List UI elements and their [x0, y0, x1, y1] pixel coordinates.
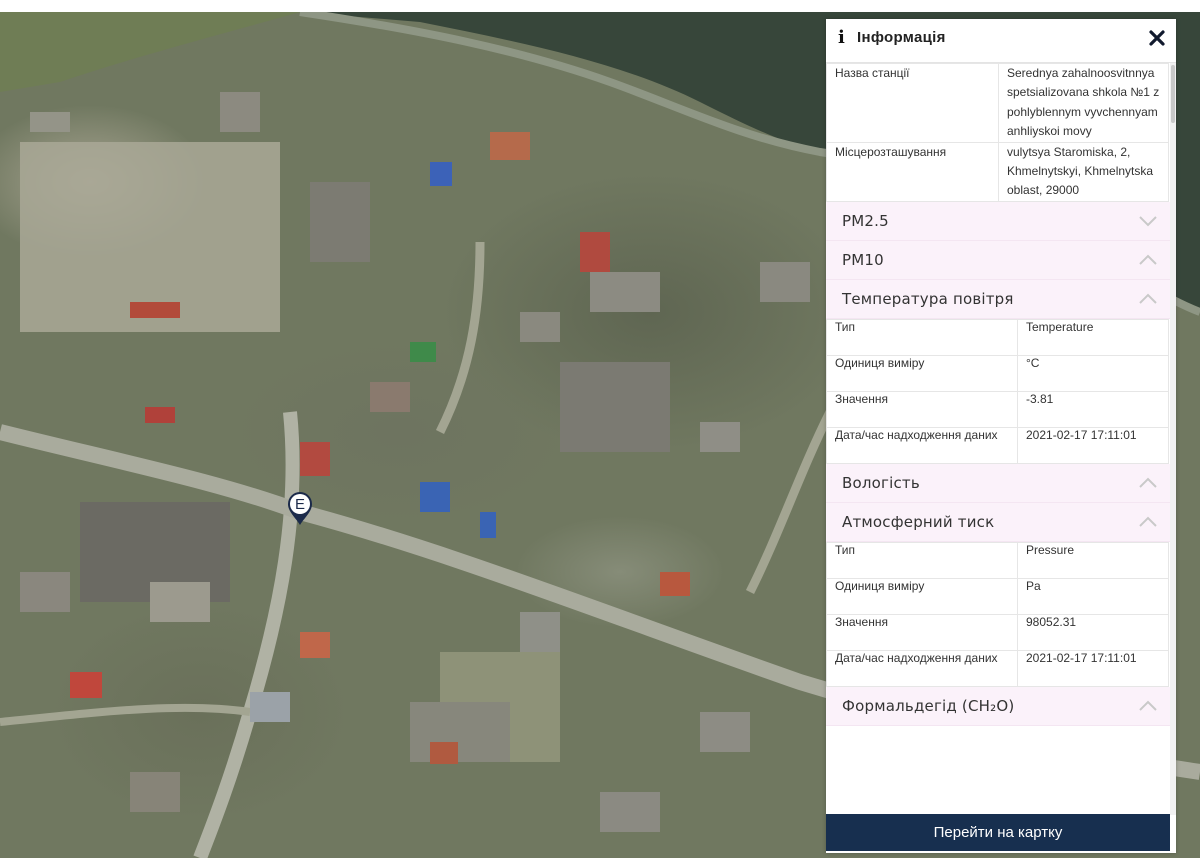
- chevron-up-icon: [1139, 477, 1157, 488]
- pressure-table: Тип Pressure Одиниця виміру Pa Значення …: [826, 541, 1169, 687]
- pressure-type-key: Тип: [826, 541, 1018, 579]
- panel-title: Інформація: [857, 29, 946, 46]
- temperature-unit-key: Одиниця виміру: [826, 354, 1018, 392]
- section-humidity-label: Вологість: [842, 473, 920, 492]
- table-row: Місцерозташування vulytsya Staromiska, 2…: [826, 141, 1169, 202]
- temperature-datetime-value: 2021-02-17 17:11:01: [1017, 426, 1169, 464]
- table-row: Назва станції Serednya zahalnoosvitnnya …: [826, 63, 1169, 143]
- go-to-map-button[interactable]: Перейти на картку: [826, 814, 1170, 851]
- temperature-table: Тип Temperature Одиниця виміру °C Значен…: [826, 318, 1169, 464]
- section-pm25-label: PM2.5: [842, 211, 889, 230]
- section-pm25[interactable]: PM2.5: [826, 201, 1170, 241]
- chevron-up-icon: [1139, 516, 1157, 527]
- table-row: Тип Temperature: [826, 318, 1169, 356]
- station-info-table: Назва станції Serednya zahalnoosvitnnya …: [826, 63, 1169, 202]
- pressure-value-key: Значення: [826, 613, 1018, 651]
- section-pressure-label: Атмосферний тиск: [842, 512, 995, 531]
- table-row: Одиниця виміру Pa: [826, 577, 1169, 615]
- station-name-value: Serednya zahalnoosvitnnya spetsializovan…: [998, 63, 1169, 143]
- info-panel: i Інформація Назва станції Serednya zaha…: [826, 19, 1176, 853]
- info-icon: i: [838, 27, 845, 48]
- marker-letter: E: [294, 496, 305, 513]
- panel-scrollbar[interactable]: [1170, 63, 1176, 815]
- station-name-key: Назва станції: [826, 63, 999, 143]
- section-pressure[interactable]: Атмосферний тиск: [826, 502, 1170, 542]
- panel-body[interactable]: Назва станції Serednya zahalnoosvitnnya …: [826, 63, 1170, 815]
- section-pm10-label: PM10: [842, 250, 884, 269]
- pressure-value-value: 98052.31: [1017, 613, 1169, 651]
- temperature-type-key: Тип: [826, 318, 1018, 356]
- top-strip: [0, 0, 1200, 12]
- section-pm10[interactable]: PM10: [826, 240, 1170, 280]
- pressure-type-value: Pressure: [1017, 541, 1169, 579]
- table-row: Тип Pressure: [826, 541, 1169, 579]
- scrollbar-thumb[interactable]: [1171, 65, 1175, 123]
- pressure-unit-value: Pa: [1017, 577, 1169, 615]
- section-formaldehyde[interactable]: Формальдегід (CH₂O): [826, 686, 1170, 726]
- location-key: Місцерозташування: [826, 141, 999, 202]
- chevron-up-icon: [1139, 254, 1157, 265]
- close-icon[interactable]: [1146, 27, 1168, 49]
- chevron-up-icon: [1139, 700, 1157, 711]
- section-temperature-label: Температура повітря: [842, 289, 1014, 308]
- station-marker[interactable]: E: [287, 492, 313, 526]
- pressure-datetime-key: Дата/час надходження даних: [826, 649, 1018, 687]
- table-row: Одиниця виміру °C: [826, 354, 1169, 392]
- table-row: Дата/час надходження даних 2021-02-17 17…: [826, 426, 1169, 464]
- table-row: Значення 98052.31: [826, 613, 1169, 651]
- section-formaldehyde-label: Формальдегід (CH₂O): [842, 696, 1015, 715]
- table-row: Значення -3.81: [826, 390, 1169, 428]
- temperature-unit-value: °C: [1017, 354, 1169, 392]
- location-value: vulytsya Staromiska, 2, Khmelnytskyi, Kh…: [998, 141, 1169, 202]
- pressure-unit-key: Одиниця виміру: [826, 577, 1018, 615]
- temperature-value-value: -3.81: [1017, 390, 1169, 428]
- section-humidity[interactable]: Вологість: [826, 463, 1170, 503]
- pressure-datetime-value: 2021-02-17 17:11:01: [1017, 649, 1169, 687]
- panel-header: i Інформація: [826, 19, 1176, 63]
- chevron-up-icon: [1139, 293, 1157, 304]
- temperature-datetime-key: Дата/час надходження даних: [826, 426, 1018, 464]
- section-temperature[interactable]: Температура повітря: [826, 279, 1170, 319]
- temperature-value-key: Значення: [826, 390, 1018, 428]
- table-row: Дата/час надходження даних 2021-02-17 17…: [826, 649, 1169, 687]
- temperature-type-value: Temperature: [1017, 318, 1169, 356]
- chevron-down-icon: [1139, 216, 1157, 227]
